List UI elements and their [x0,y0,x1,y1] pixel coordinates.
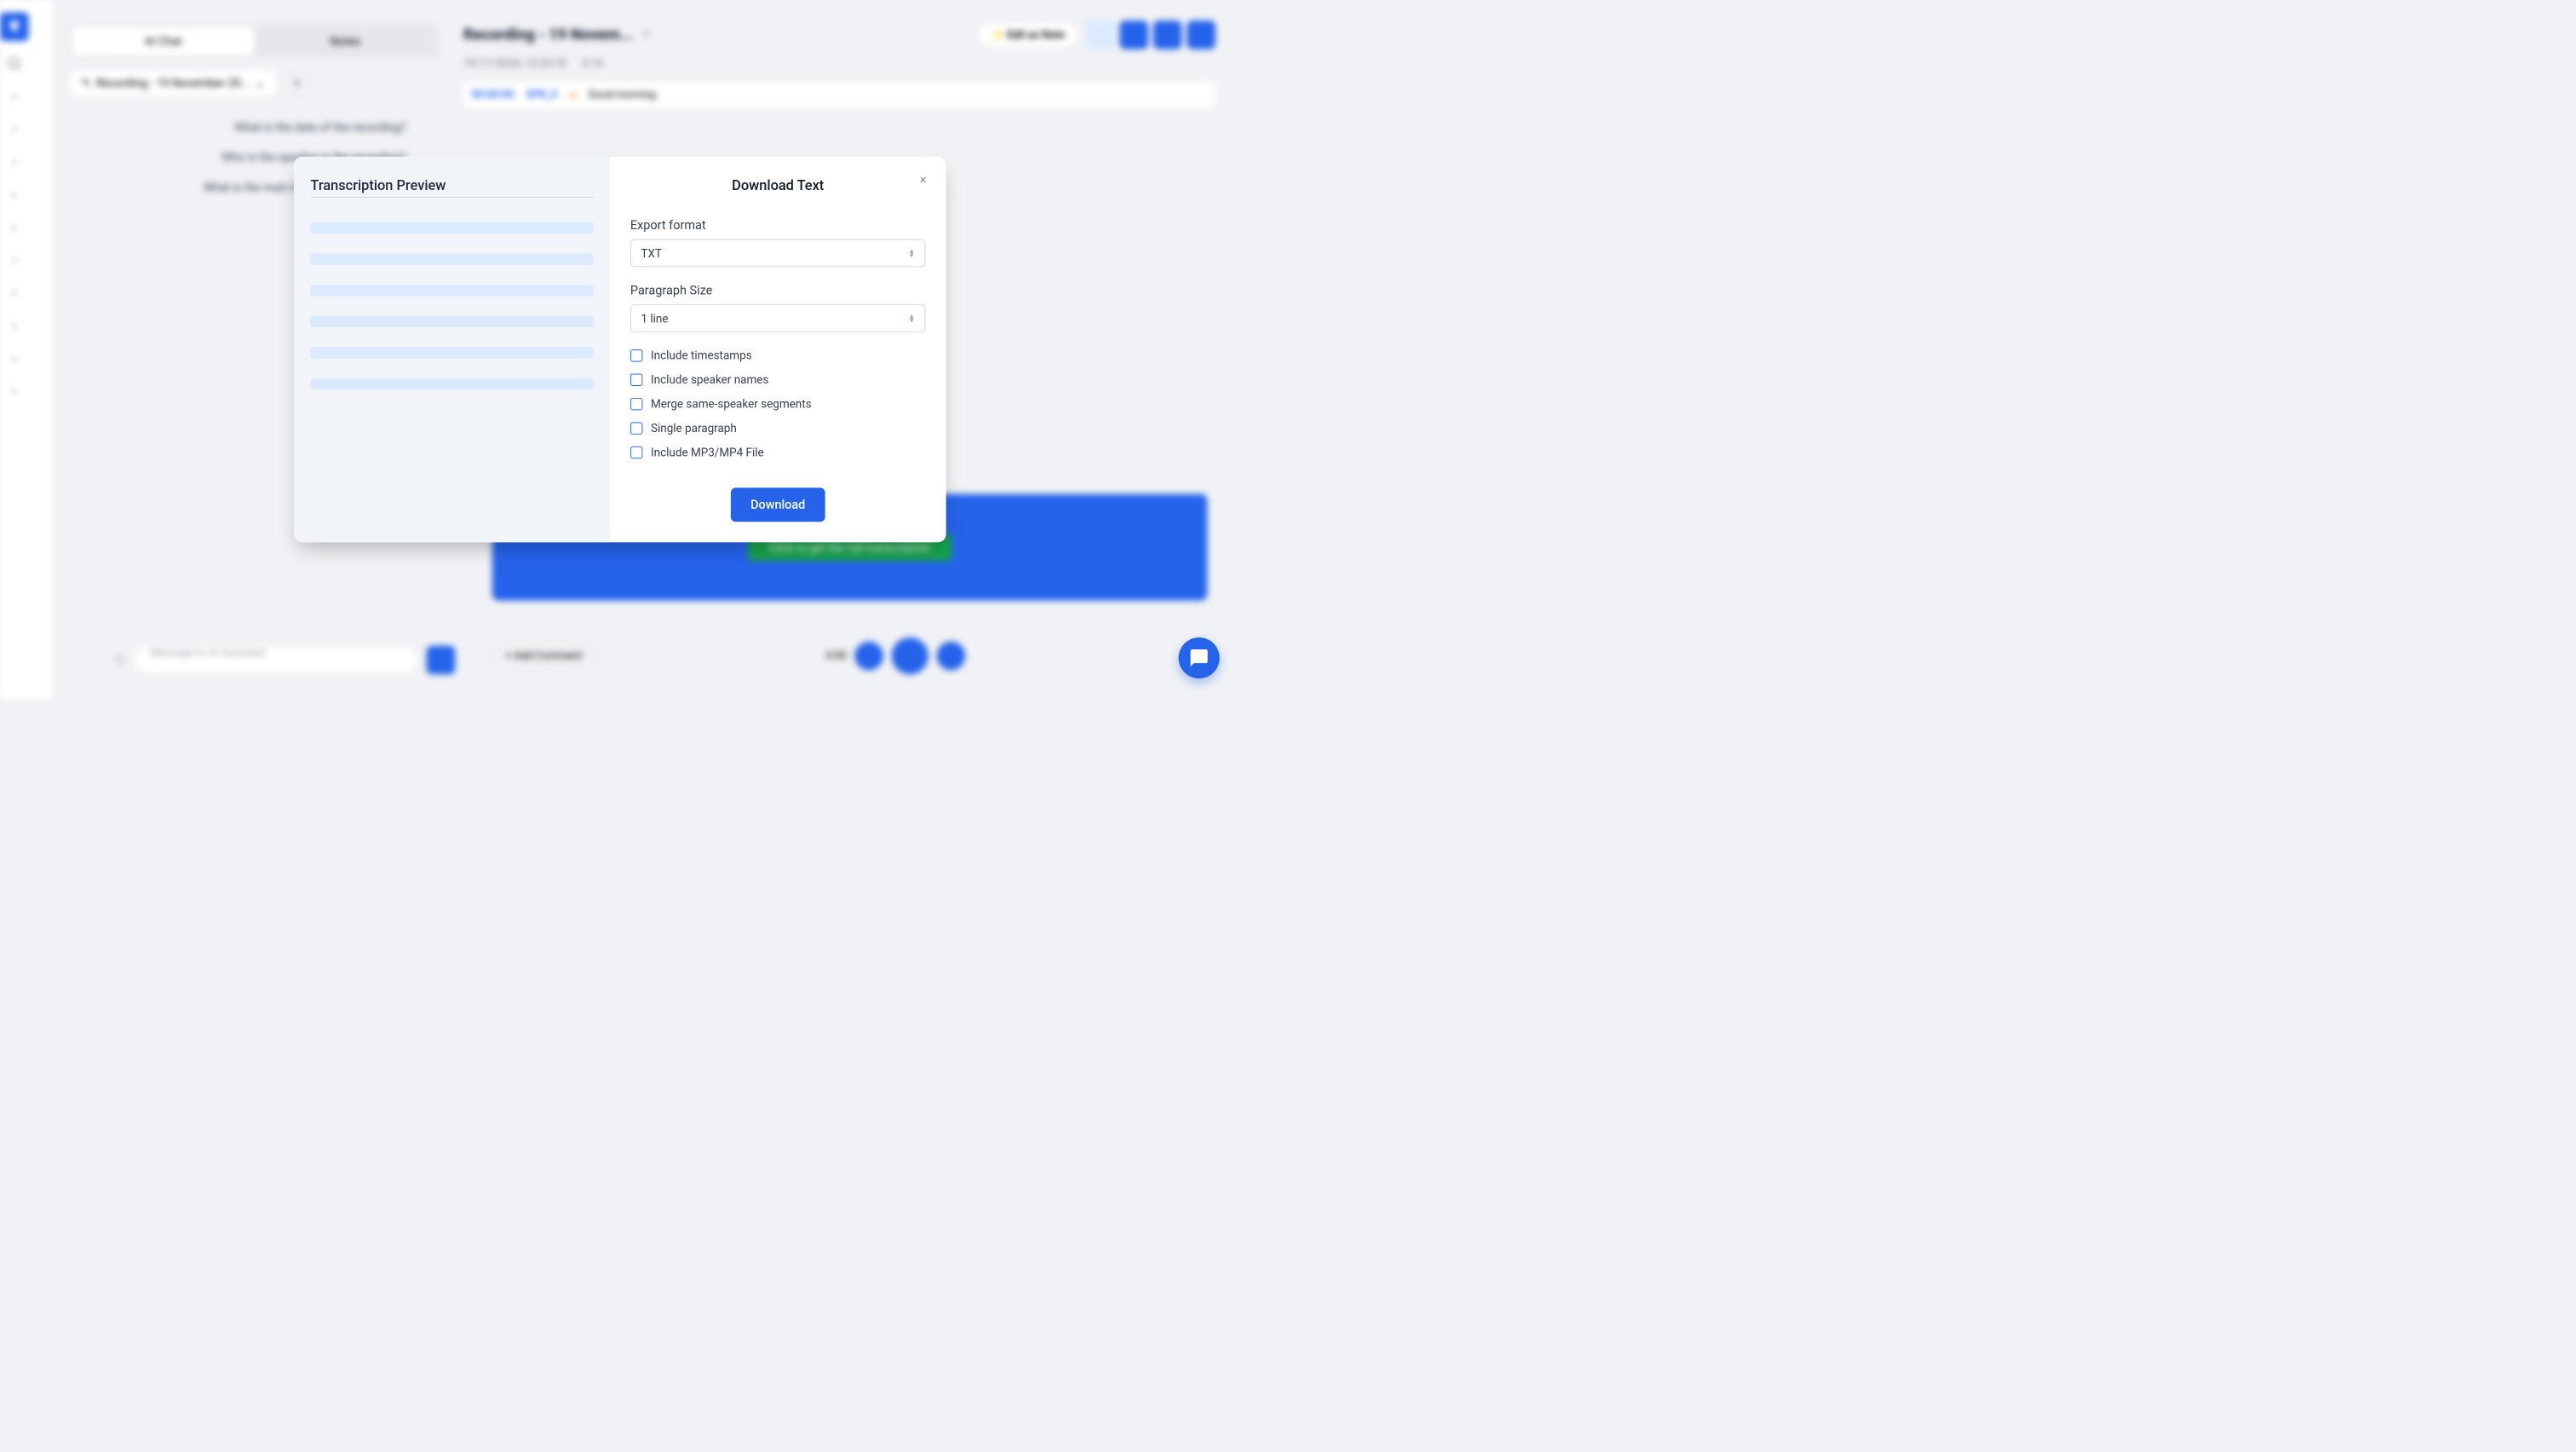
select-arrows-icon: ▲▼ [908,249,915,256]
export-format-value: TXT [641,246,662,260]
checkbox-label: Merge same-speaker segments [651,397,812,411]
checkbox-single-paragraph[interactable] [630,422,642,434]
preview-placeholder-line [310,254,593,265]
checkbox-include-media[interactable] [630,447,642,458]
modal-form-pane: Download Text Export format TXT ▲▼ Parag… [610,157,946,543]
preview-placeholder-line [310,316,593,327]
checkbox-timestamps[interactable] [630,349,642,361]
preview-underline [310,197,593,198]
preview-placeholder-line [310,378,593,389]
checkbox-label: Include MP3/MP4 File [651,446,764,459]
export-format-select-wrap: TXT ▲▼ [630,239,926,268]
paragraph-size-label: Paragraph Size [630,284,926,298]
checkbox-label: Include timestamps [651,349,752,362]
close-button[interactable] [915,171,931,187]
checkbox-row-speaker-names: Include speaker names [630,373,926,387]
modal-preview-pane: Transcription Preview [294,157,610,543]
preview-placeholder-line [310,285,593,296]
checkbox-speaker-names[interactable] [630,373,642,385]
preview-title: Transcription Preview [310,177,593,197]
paragraph-size-value: 1 line [641,312,668,326]
checkbox-label: Single paragraph [651,421,737,435]
checkbox-row-merge-segments: Merge same-speaker segments [630,397,926,411]
download-button[interactable]: Download [731,487,825,521]
checkbox-group: Include timestamps Include speaker names… [630,349,926,458]
paragraph-size-select-wrap: 1 line ▲▼ [630,304,926,332]
checkbox-row-single-paragraph: Single paragraph [630,421,926,435]
export-format-label: Export format [630,218,926,233]
checkbox-row-timestamps: Include timestamps [630,349,926,362]
modal-title: Download Text [630,177,926,193]
checkbox-row-include-media: Include MP3/MP4 File [630,446,926,459]
preview-placeholder-line [310,347,593,358]
close-icon [918,175,929,185]
preview-placeholder-line [310,222,593,233]
checkbox-label: Include speaker names [651,373,768,387]
modal-overlay: Transcription Preview Download Text Expo… [0,0,1240,699]
export-format-select[interactable]: TXT ▲▼ [630,239,926,268]
download-text-modal: Transcription Preview Download Text Expo… [294,157,946,543]
paragraph-size-select[interactable]: 1 line ▲▼ [630,304,926,332]
checkbox-merge-segments[interactable] [630,398,642,410]
select-arrows-icon: ▲▼ [908,314,915,322]
